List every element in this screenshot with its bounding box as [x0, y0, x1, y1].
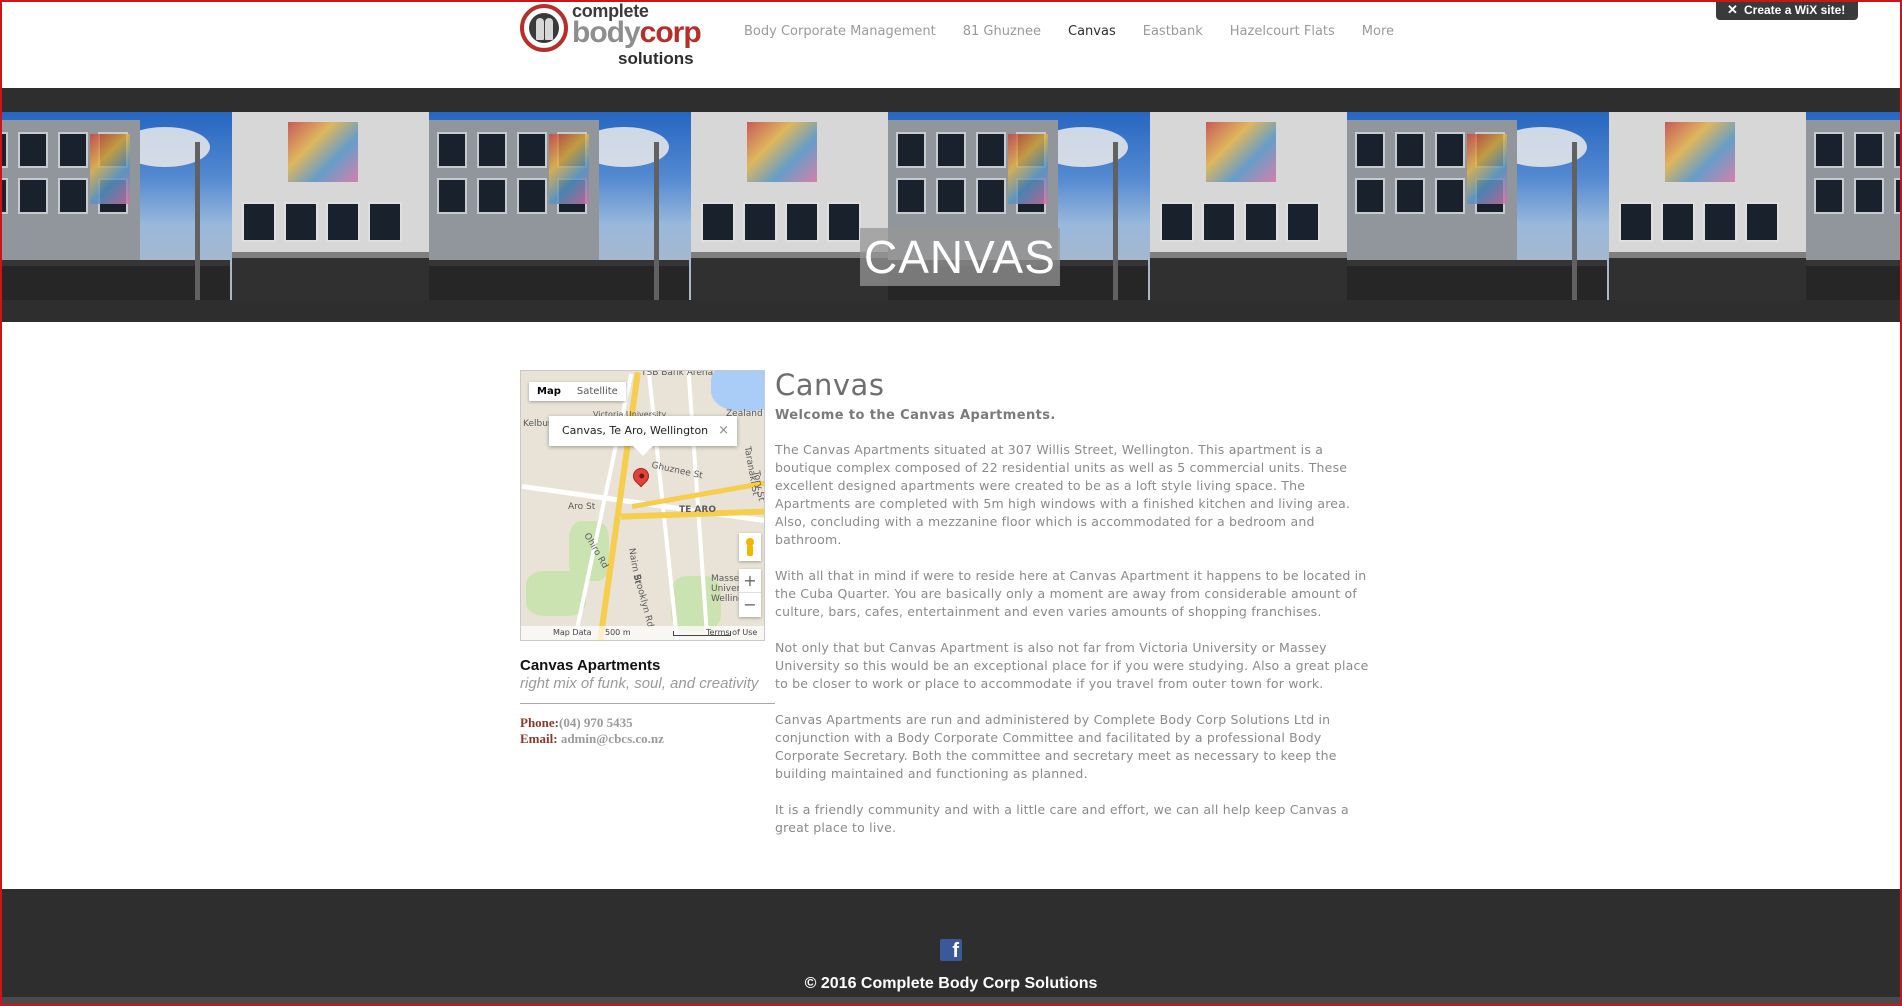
map-footer: Google Map Data 500 m Terms of Use — [521, 626, 764, 640]
email-label: Email: — [520, 731, 558, 746]
hero-banner: CANVAS — [2, 88, 1900, 322]
nav-item-eastbank[interactable]: Eastbank — [1143, 24, 1203, 39]
map-popup-label: Canvas, Te Aro, Wellington — [562, 424, 709, 437]
map-street-label: Brooklyn Rd — [631, 573, 655, 629]
main-content: Canvas Welcome to the Canvas Apartments.… — [775, 368, 1375, 837]
map-type-map-button[interactable]: Map — [529, 382, 569, 401]
content-paragraph: With all that in mind if were to reside … — [775, 568, 1367, 619]
content-paragraph: Canvas Apartments are run and administer… — [775, 712, 1337, 781]
email-link[interactable]: admin@cbcs.co.nz — [561, 731, 664, 746]
sidebar-title: Canvas Apartments — [520, 657, 661, 674]
street-view-pegman-icon[interactable] — [739, 533, 761, 561]
map-type-control: Map Satellite — [529, 382, 626, 401]
site-footer: f © 2016 Complete Body Corp Solutions — [2, 889, 1900, 1004]
banner-title: CANVAS — [860, 228, 1060, 286]
map-street-label: TE ARO — [679, 505, 716, 515]
main-nav: Body Corporate Management 81 Ghuznee Can… — [744, 24, 1421, 39]
wix-badge-label: Create a WiX site! — [1744, 3, 1846, 17]
site-logo[interactable]: complete bodycorp solutions — [520, 1, 702, 72]
footer-bottom-band — [2, 997, 1900, 1004]
create-wix-site-button[interactable]: ✕ Create a WiX site! — [1716, 0, 1858, 20]
logo-mark-icon — [520, 4, 568, 52]
nav-item-body-corporate-management[interactable]: Body Corporate Management — [744, 24, 936, 39]
map-scale-label: 500 m — [605, 628, 631, 637]
banner-photo-tile — [2, 112, 429, 300]
logo-line-2: bodycorp — [572, 16, 702, 49]
phone-label: Phone: — [520, 715, 559, 730]
phone-value[interactable]: (04) 970 5435 — [559, 715, 633, 730]
map-zoom-control: + − — [739, 569, 761, 617]
wix-x-icon: ✕ — [1727, 2, 1738, 17]
content-paragraph: Not only that but Canvas Apartment is al… — [775, 640, 1369, 691]
facebook-icon[interactable]: f — [940, 939, 962, 962]
close-icon[interactable]: × — [718, 416, 729, 446]
zoom-out-button[interactable]: − — [739, 593, 761, 617]
content-paragraph: The Canvas Apartments situated at 307 Wi… — [775, 442, 1351, 547]
map-data-link[interactable]: Map Data — [553, 628, 592, 637]
site-header: complete bodycorp solutions Body Corpora… — [0, 0, 1902, 88]
map-type-satellite-button[interactable]: Satellite — [569, 382, 626, 401]
contact-phone: Phone:(04) 970 5435 — [520, 715, 633, 731]
sidebar-tagline: right mix of funk, soul, and creativity — [520, 675, 759, 692]
content-paragraph: It is a friendly community and with a li… — [775, 802, 1349, 835]
map-marker-icon[interactable] — [629, 464, 653, 488]
copyright-text: © 2016 Complete Body Corp Solutions — [804, 975, 1098, 992]
nav-item-81-ghuznee[interactable]: 81 Ghuznee — [963, 24, 1041, 39]
nav-item-hazelcourt-flats[interactable]: Hazelcourt Flats — [1230, 24, 1335, 39]
welcome-line: Welcome to the Canvas Apartments. — [775, 408, 1056, 423]
map-street-label: Aro St — [568, 502, 596, 512]
map-info-popup: Canvas, Te Aro, Wellington × — [549, 416, 737, 456]
sidebar-divider — [520, 703, 775, 704]
banner-photo-tile — [1806, 112, 1900, 300]
nav-item-canvas[interactable]: Canvas — [1068, 24, 1116, 39]
location-map[interactable]: Aro St TE ARO Ghuznee St Taranaki St Tor… — [520, 370, 765, 641]
map-street-label: TSB Bank Arena — [641, 370, 714, 378]
banner-photo-tile — [429, 112, 888, 300]
map-street-label: Tory St — [750, 470, 765, 502]
page-title: Canvas — [775, 368, 885, 402]
banner-photo-tile — [1347, 112, 1806, 300]
nav-item-more[interactable]: More — [1362, 24, 1394, 39]
zoom-in-button[interactable]: + — [739, 569, 761, 593]
logo-line-3: solutions — [618, 49, 694, 68]
map-terms-link[interactable]: Terms of Use — [706, 628, 757, 637]
contact-email: Email: admin@cbcs.co.nz — [520, 731, 664, 747]
